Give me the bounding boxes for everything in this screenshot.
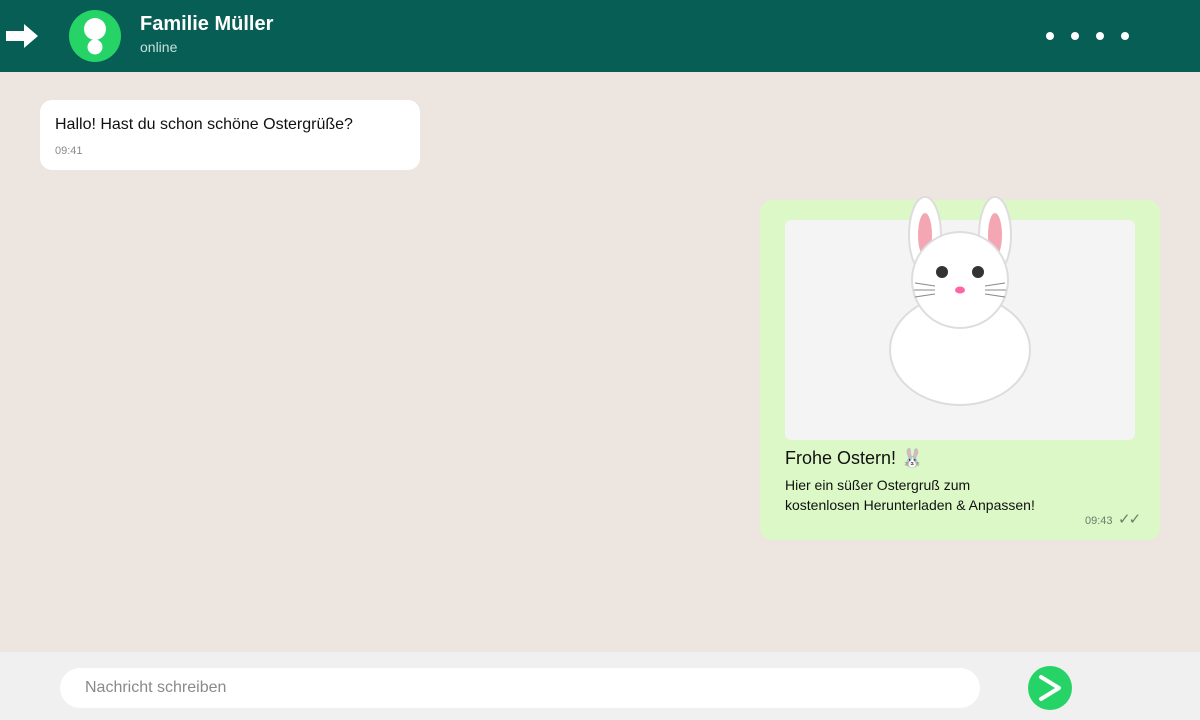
message-time: 09:43	[1085, 515, 1113, 527]
message-time: 09:41	[55, 145, 83, 157]
person-icon	[84, 18, 106, 55]
message-input[interactable]	[60, 668, 980, 708]
message-composer	[0, 652, 1200, 720]
menu-button[interactable]	[1040, 26, 1136, 46]
message-text: Hallo! Hast du schon schöne Ostergrüße?	[55, 116, 353, 133]
more-dots-icon	[1046, 32, 1129, 40]
easter-bunny-illustration	[889, 196, 1031, 406]
arrow-right-icon	[6, 24, 38, 48]
avatar[interactable]	[69, 10, 121, 62]
card-title: Frohe Ostern! 🐰	[785, 448, 924, 468]
contact-status: online	[140, 39, 178, 55]
incoming-message: Hallo! Hast du schon schöne Ostergrüße? …	[40, 100, 420, 170]
contact-name[interactable]: Familie Müller	[140, 13, 273, 36]
send-button[interactable]	[1028, 666, 1072, 710]
chat-header: Familie Müller online	[0, 0, 1200, 72]
card-text-line-1: Hier ein süßer Ostergruß zum	[785, 477, 971, 493]
card-text-line-2: kostenlosen Herunterladen & Anpassen!	[785, 497, 1035, 513]
read-receipt-icon: ✓✓	[1118, 510, 1141, 528]
send-arrow-icon	[1039, 675, 1061, 701]
back-button[interactable]	[4, 22, 42, 50]
